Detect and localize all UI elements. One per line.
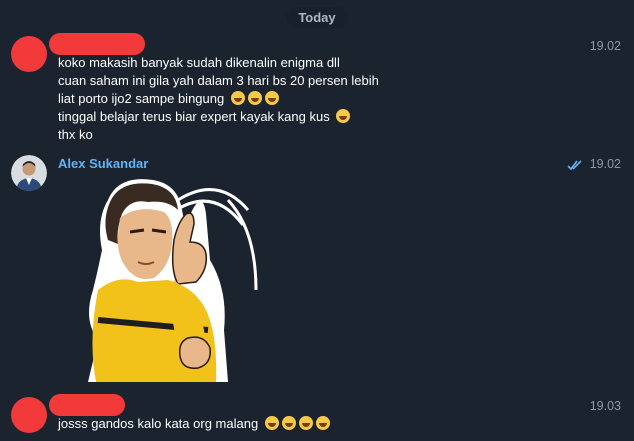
laughing-emoji-icon (230, 91, 245, 105)
date-divider-label: Today (286, 7, 348, 28)
sender-avatar-redacted[interactable] (11, 36, 47, 72)
message-3[interactable]: 19.03 josss gandos kalo kata org malang (0, 393, 634, 441)
laughing-emoji-icon (247, 91, 262, 105)
message-line: tinggal belajar terus biar expert kayak … (58, 108, 379, 126)
sender-name-redacted[interactable] (49, 33, 145, 55)
sender-avatar-redacted[interactable] (11, 397, 47, 433)
message-time: 19.02 (589, 39, 621, 53)
message-text[interactable]: koko makasih banyak sudah dikenalin enig… (58, 54, 379, 144)
sender-avatar[interactable] (11, 155, 47, 191)
rofl-emoji-icon (281, 416, 296, 430)
kung-fu-fighter-sticker[interactable] (78, 170, 274, 382)
crying-emoji-icon (336, 109, 351, 123)
message-line: liat porto ijo2 sampe bingung (58, 90, 379, 108)
rofl-emoji-icon (315, 416, 330, 430)
sender-name-redacted[interactable] (49, 394, 125, 416)
double-check-icon (567, 160, 582, 171)
message-line: josss gandos kalo kata org malang (58, 415, 330, 433)
laughing-emoji-icon (264, 91, 279, 105)
message-line: thx ko (58, 127, 93, 142)
date-divider: Today (0, 7, 634, 28)
rofl-emoji-icon (264, 416, 279, 430)
message-line: koko makasih banyak sudah dikenalin enig… (58, 55, 340, 70)
message-line: cuan saham ini gila yah dalam 3 hari bs … (58, 73, 379, 88)
message-time: 19.02 (589, 157, 621, 171)
message-time: 19.03 (589, 399, 621, 413)
sender-name[interactable]: Alex Sukandar (58, 156, 148, 171)
rofl-emoji-icon (298, 416, 313, 430)
message-1[interactable]: 19.02 koko makasih banyak sudah dikenali… (0, 30, 634, 145)
message-text[interactable]: josss gandos kalo kata org malang (58, 415, 330, 433)
